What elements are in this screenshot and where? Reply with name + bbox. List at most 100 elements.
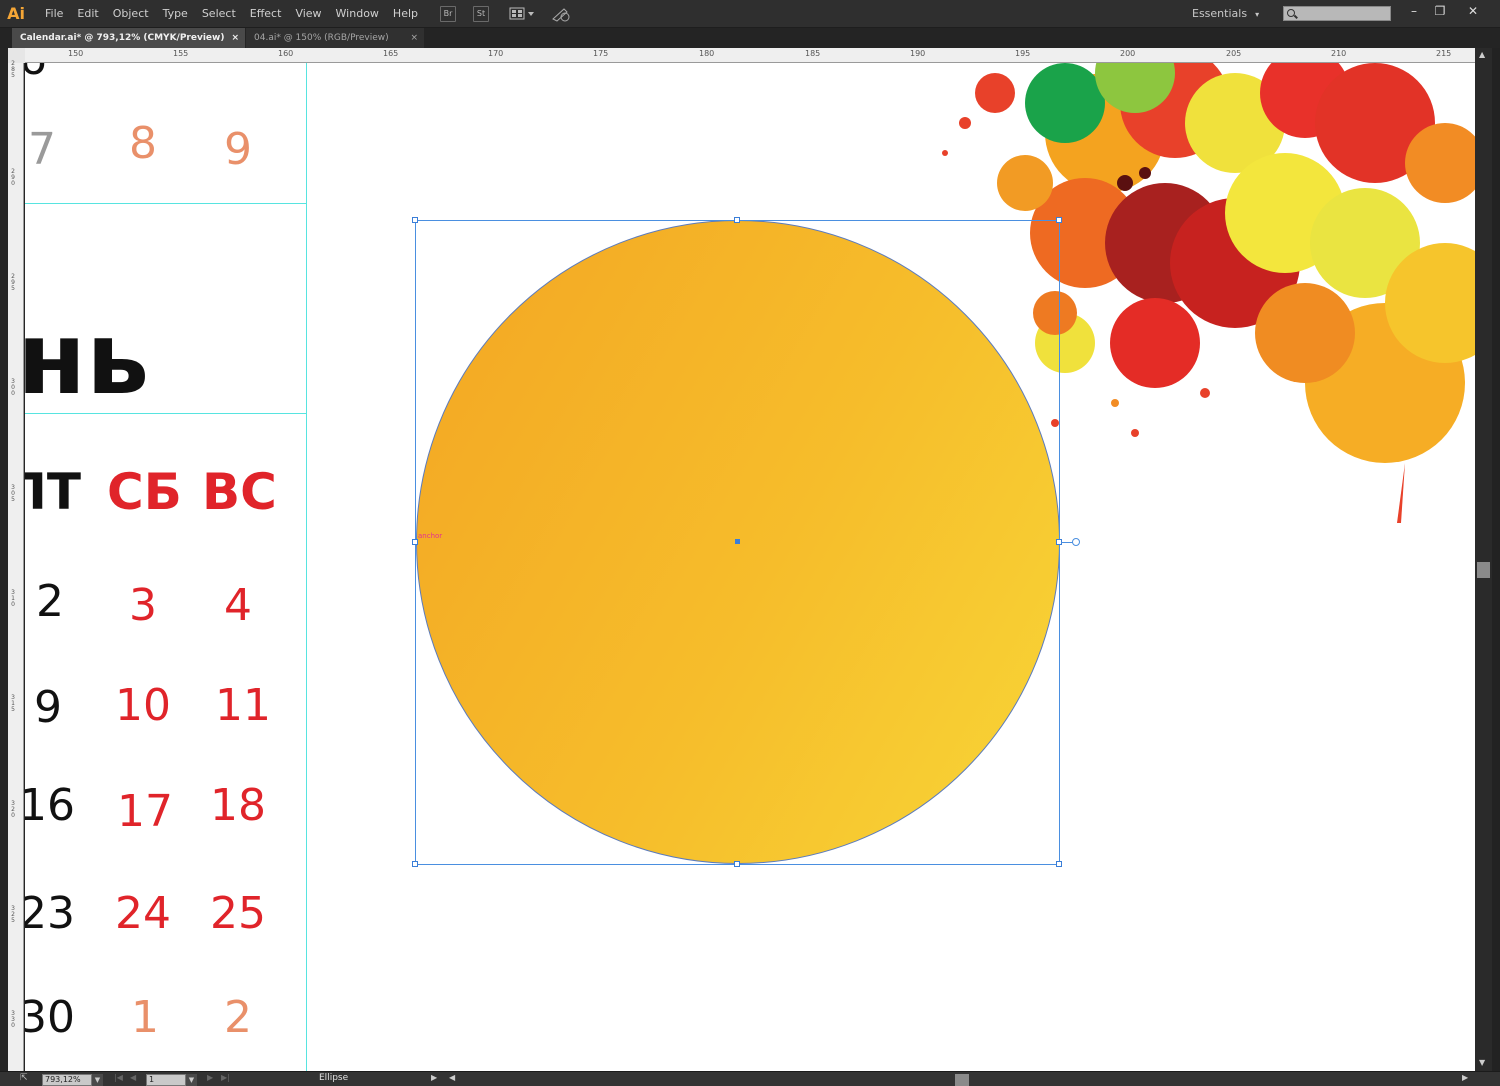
next-artboard-icon[interactable]: ▶ (207, 1073, 213, 1082)
scroll-up-icon[interactable]: ▲ (1479, 50, 1485, 59)
main-menu: File Edit Object Type Select Effect View… (38, 0, 425, 28)
resize-handle-top-left[interactable] (412, 217, 418, 223)
horizontal-ruler[interactable]: 150 155 160 165 170 175 180 185 190 195 … (25, 48, 1475, 63)
ruler-label: 200 (1120, 49, 1136, 58)
stock-button[interactable]: St (473, 6, 489, 22)
menu-view[interactable]: View (288, 0, 328, 28)
calendar-date: 4 (224, 580, 252, 631)
ruler-label: 180 (699, 49, 715, 58)
vertical-ruler[interactable]: 285 290 295 300 305 310 315 320 325 330 (8, 61, 24, 1071)
ruler-label: 330 (11, 1010, 15, 1029)
calendar-date: 1 (131, 992, 159, 1043)
panel-edge (1492, 48, 1500, 1071)
menu-type[interactable]: Type (156, 0, 195, 28)
menu-help[interactable]: Help (386, 0, 425, 28)
weekday-fri: ПТ (25, 463, 81, 521)
weekday-sun: ВС (202, 463, 277, 521)
gpu-preview-button[interactable] (550, 6, 572, 22)
rocket-icon (552, 8, 570, 22)
calendar-date: 9 (34, 682, 62, 733)
ruler-label: 185 (805, 49, 821, 58)
scroll-right-icon[interactable]: ▶ (1462, 1073, 1468, 1082)
calendar-date-partial: 6 (25, 63, 47, 85)
search-field[interactable] (1283, 6, 1391, 21)
bridge-button[interactable]: Br (440, 6, 456, 22)
resize-handle-top-right[interactable] (1056, 217, 1062, 223)
zoom-dropdown-icon[interactable]: ▼ (92, 1074, 103, 1086)
calendar-date: 3 (129, 580, 157, 631)
calendar-date: 8 (129, 118, 157, 169)
ruler-label: 160 (278, 49, 294, 58)
close-icon[interactable]: × (231, 28, 239, 48)
workspace-switcher[interactable]: Essentials ▾ (1192, 0, 1259, 28)
scroll-down-icon[interactable]: ▼ (1479, 1058, 1485, 1067)
resize-handle-top[interactable] (734, 217, 740, 223)
calendar-date: 24 (115, 888, 171, 939)
pie-widget-handle[interactable] (1072, 538, 1080, 546)
tab-label: Calendar.ai* @ 793,12% (CMYK/Preview) (20, 33, 225, 43)
ruler-label: 150 (68, 49, 84, 58)
calendar-date: 17 (117, 786, 173, 837)
month-title: нь (25, 300, 150, 417)
prev-artboard-icon[interactable]: ◀ (130, 1073, 136, 1082)
document-tabs: Calendar.ai* @ 793,12% (CMYK/Preview) × … (0, 28, 1500, 48)
arrange-documents-button[interactable] (509, 6, 537, 22)
menu-select[interactable]: Select (195, 0, 243, 28)
ruler-label: 210 (1331, 49, 1347, 58)
artboard-dropdown-icon[interactable]: ▼ (186, 1074, 197, 1086)
resize-handle-bottom-left[interactable] (412, 861, 418, 867)
ruler-label: 310 (11, 589, 15, 608)
menu-effect[interactable]: Effect (243, 0, 289, 28)
ruler-label: 215 (1436, 49, 1452, 58)
calendar-date: 16 (25, 780, 75, 831)
menu-edit[interactable]: Edit (70, 0, 105, 28)
arrange-documents-icon (509, 7, 534, 20)
calendar-date: 18 (210, 780, 266, 831)
ruler-label: 325 (11, 905, 15, 924)
minimize-button[interactable]: – (1401, 2, 1427, 20)
calendar-date: 25 (210, 888, 266, 939)
scrollbar-thumb[interactable] (1477, 562, 1490, 578)
tab-calendar[interactable]: Calendar.ai* @ 793,12% (CMYK/Preview) × (12, 28, 245, 48)
tab-label: 04.ai* @ 150% (RGB/Preview) (254, 33, 389, 43)
status-menu-icon[interactable]: ▶ (431, 1073, 437, 1082)
menu-bar: Ai File Edit Object Type Select Effect V… (0, 0, 1500, 28)
artboard[interactable]: 6 7 8 9 нь ПТ СБ ВС 2 3 4 9 10 11 16 17 … (25, 63, 1475, 1071)
ruler-label: 175 (593, 49, 609, 58)
first-artboard-icon[interactable]: |◀ (114, 1073, 123, 1082)
weekday-sat: СБ (107, 463, 182, 521)
scroll-left-icon[interactable]: ◀ (449, 1073, 455, 1082)
calendar-date: 11 (215, 680, 271, 731)
resize-handle-bottom-right[interactable] (1056, 861, 1062, 867)
ruler-label: 290 (11, 168, 15, 187)
illustrator-window: Ai File Edit Object Type Select Effect V… (0, 0, 1500, 1086)
calendar-date: 7 (28, 124, 56, 175)
calendar-date: 30 (25, 992, 75, 1043)
tools-panel-edge (0, 48, 8, 1071)
menu-file[interactable]: File (38, 0, 70, 28)
chevron-down-icon: ▾ (1255, 10, 1260, 19)
ruler-label: 315 (11, 694, 15, 713)
horizontal-guide (25, 203, 307, 204)
resize-handle-bottom[interactable] (734, 861, 740, 867)
ruler-label: 155 (173, 49, 189, 58)
zoom-field[interactable]: 793,12% (42, 1074, 92, 1086)
close-icon[interactable]: × (410, 28, 418, 48)
menu-window[interactable]: Window (329, 0, 386, 28)
close-button[interactable]: ✕ (1460, 2, 1486, 20)
ruler-label: 295 (11, 273, 15, 292)
last-artboard-icon[interactable]: ▶| (221, 1073, 230, 1082)
search-icon (1287, 9, 1295, 17)
ruler-label: 170 (488, 49, 504, 58)
restore-button[interactable]: ❐ (1427, 2, 1453, 20)
current-tool-label: Ellipse (319, 1073, 349, 1083)
horizontal-scrollbar-thumb[interactable] (955, 1074, 969, 1086)
tab-04[interactable]: 04.ai* @ 150% (RGB/Preview) × (246, 28, 424, 48)
menu-object[interactable]: Object (106, 0, 156, 28)
vertical-scrollbar[interactable]: ▲ ▼ (1475, 48, 1492, 1071)
ruler-label: 305 (11, 484, 15, 503)
center-point (735, 539, 740, 544)
ruler-label: 300 (11, 378, 15, 397)
artboard-number-field[interactable]: 1 (146, 1074, 186, 1086)
artboard-navigator-icon[interactable]: ⇱ (20, 1073, 28, 1083)
